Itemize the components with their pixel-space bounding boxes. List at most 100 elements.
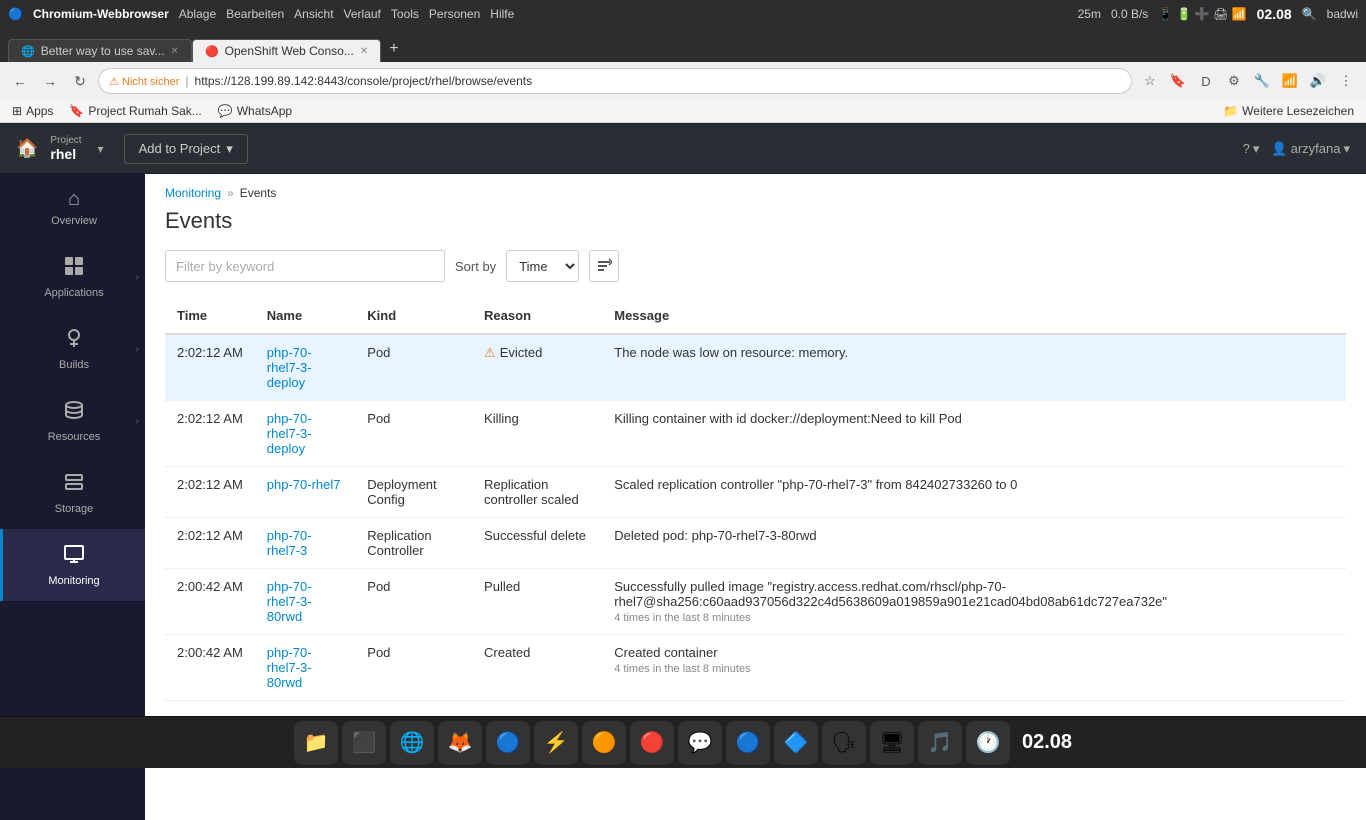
extension-btn-1[interactable]: 🔖 — [1166, 69, 1190, 93]
menu-hilfe[interactable]: Hilfe — [490, 7, 514, 21]
menu-personen[interactable]: Personen — [429, 7, 480, 21]
taskbar-item-qt[interactable]: 🔴 — [630, 721, 674, 765]
taskbar-item-telegram[interactable]: 🔵 — [726, 721, 770, 765]
bookmark-project[interactable]: 🔖 Project Rumah Sak... — [65, 102, 205, 120]
bookmarks-more-button[interactable]: 📁 Weitere Lesezeichen — [1219, 102, 1358, 120]
cell-kind: Replication Controller — [355, 518, 472, 569]
taskbar-item-clock[interactable]: 🕐 — [966, 721, 1010, 765]
tab-2-label: OpenShift Web Conso... — [225, 44, 354, 58]
message-text: Deleted pod: php-70-rhel7-3-80rwd — [614, 528, 816, 543]
sort-order-icon — [596, 258, 612, 274]
home-icon[interactable]: 🏠 — [16, 138, 38, 159]
filter-input[interactable] — [165, 250, 445, 282]
taskbar-item-terminal[interactable]: ⬛ — [342, 721, 386, 765]
bookmark-whatsapp-icon: 💬 — [218, 104, 233, 118]
project-selector[interactable]: Project rhel — [50, 135, 81, 162]
sidebar-label-overview: Overview — [51, 215, 97, 227]
breadcrumb: Monitoring » Events — [145, 174, 1366, 204]
cell-kind: Pod — [355, 635, 472, 701]
sort-order-button[interactable] — [589, 250, 619, 282]
cell-name[interactable]: php-70-rhel7-3-80rwd — [255, 569, 356, 635]
menu-ablage[interactable]: Ablage — [179, 7, 216, 21]
cell-time: 2:00:42 AM — [165, 569, 255, 635]
taskbar-item-files[interactable]: 📁 — [294, 721, 338, 765]
message-text: Created container — [614, 645, 717, 660]
menu-button[interactable]: ⋮ — [1334, 69, 1358, 93]
project-name: rhel — [50, 146, 81, 162]
builds-icon — [63, 327, 85, 355]
tab-2-close[interactable]: ✕ — [360, 46, 368, 57]
extension-btn-6[interactable]: 🔊 — [1306, 69, 1330, 93]
row-name-link[interactable]: php-70-rhel7-3 — [267, 528, 312, 558]
help-button[interactable]: ? ▾ — [1243, 141, 1260, 157]
cell-name[interactable]: php-70-rhel7-3 — [255, 518, 356, 569]
table-row: 2:02:12 AMphp-70-rhel7Deployment ConfigR… — [165, 467, 1346, 518]
cell-name[interactable]: php-70-rhel7-3-deploy — [255, 334, 356, 401]
taskbar-item-zapier[interactable]: ⚡ — [534, 721, 578, 765]
extension-btn-4[interactable]: 🔧 — [1250, 69, 1274, 93]
extension-btn-2[interactable]: D — [1194, 69, 1218, 93]
sort-select[interactable]: Time Name Kind — [506, 250, 579, 282]
reload-button[interactable]: ↻ — [68, 69, 92, 93]
tab-1-close[interactable]: ✕ — [171, 46, 179, 57]
bookmark-star[interactable]: ☆ — [1138, 69, 1162, 93]
menu-ansicht[interactable]: Ansicht — [294, 7, 333, 21]
sidebar-item-overview[interactable]: ⌂ Overview — [0, 174, 145, 241]
taskbar-item-voice[interactable]: 🗣 — [822, 721, 866, 765]
breadcrumb-parent[interactable]: Monitoring — [165, 186, 221, 200]
menu-verlauf[interactable]: Verlauf — [344, 7, 381, 21]
cell-reason: ⚠Evicted — [472, 334, 602, 401]
menu-bearbeiten[interactable]: Bearbeiten — [226, 7, 284, 21]
taskbar-item-meet[interactable]: 🔷 — [774, 721, 818, 765]
taskbar-item-chromium[interactable]: 🔵 — [486, 721, 530, 765]
overview-icon: ⌂ — [68, 188, 80, 211]
header-right: ? ▾ 👤 arzyfana ▾ — [1243, 141, 1350, 157]
taskbar-item-music[interactable]: 🎵 — [918, 721, 962, 765]
user-icon: 👤 — [1271, 141, 1287, 157]
row-name-link[interactable]: php-70-rhel7 — [267, 477, 341, 492]
sidebar-label-storage: Storage — [55, 503, 94, 515]
taskbar-item-chat[interactable]: 💬 — [678, 721, 722, 765]
browser-nav: ← → ↻ ⚠ Nicht sicher | https://128.199.8… — [0, 62, 1366, 100]
taskbar-item-finder[interactable]: 🖥 — [870, 721, 914, 765]
taskbar-item-sublime[interactable]: 🟠 — [582, 721, 626, 765]
add-to-project-button[interactable]: Add to Project ▾ — [124, 134, 248, 164]
tab-2[interactable]: 🔴 OpenShift Web Conso... ✕ — [192, 39, 381, 62]
row-name-link[interactable]: php-70-rhel7-3-80rwd — [267, 645, 312, 690]
tab-1-icon: 🌐 — [21, 45, 35, 58]
taskbar-item-browser1[interactable]: 🌐 — [390, 721, 434, 765]
search-icon[interactable]: 🔍 — [1302, 7, 1317, 21]
bookmark-apps[interactable]: ⊞ Apps — [8, 102, 57, 120]
row-name-link[interactable]: php-70-rhel7-3-deploy — [267, 345, 312, 390]
cell-name[interactable]: php-70-rhel7 — [255, 467, 356, 518]
cell-name[interactable]: php-70-rhel7-3-deploy — [255, 401, 356, 467]
project-dropdown-button[interactable]: ▾ — [98, 142, 104, 156]
row-name-link[interactable]: php-70-rhel7-3-80rwd — [267, 579, 312, 624]
sidebar-label-applications: Applications — [44, 287, 103, 299]
os-topbar-left: 🔵 Chromium-Webbrowser Ablage Bearbeiten … — [8, 7, 514, 21]
tab-1[interactable]: 🌐 Better way to use sav... ✕ — [8, 39, 192, 62]
cell-reason: Successful delete — [472, 518, 602, 569]
extension-btn-5[interactable]: 📶 — [1278, 69, 1302, 93]
sidebar-item-resources[interactable]: Resources › — [0, 385, 145, 457]
monitoring-icon — [63, 543, 85, 571]
sidebar-item-applications[interactable]: Applications › — [0, 241, 145, 313]
address-bar[interactable]: ⚠ Nicht sicher | https://128.199.89.142:… — [98, 68, 1132, 94]
forward-button[interactable]: → — [38, 69, 62, 93]
back-button[interactable]: ← — [8, 69, 32, 93]
sidebar-item-monitoring[interactable]: Monitoring — [0, 529, 145, 601]
taskbar-item-firefox[interactable]: 🦊 — [438, 721, 482, 765]
cell-name[interactable]: php-70-rhel7-3-80rwd — [255, 635, 356, 701]
menu-tools[interactable]: Tools — [391, 7, 419, 21]
username: arzyfana — [1291, 141, 1341, 156]
warning-icon: ⚠ — [484, 345, 496, 360]
cell-kind: Pod — [355, 334, 472, 401]
user-menu[interactable]: 👤 arzyfana ▾ — [1271, 141, 1350, 157]
extension-btn-3[interactable]: ⚙ — [1222, 69, 1246, 93]
row-name-link[interactable]: php-70-rhel7-3-deploy — [267, 411, 312, 456]
new-tab-button[interactable]: + — [381, 36, 406, 62]
sidebar-item-storage[interactable]: Storage — [0, 457, 145, 529]
table-row: 2:02:12 AMphp-70-rhel7-3-deployPodKillin… — [165, 401, 1346, 467]
bookmark-whatsapp[interactable]: 💬 WhatsApp — [214, 102, 296, 120]
sidebar-item-builds[interactable]: Builds › — [0, 313, 145, 385]
